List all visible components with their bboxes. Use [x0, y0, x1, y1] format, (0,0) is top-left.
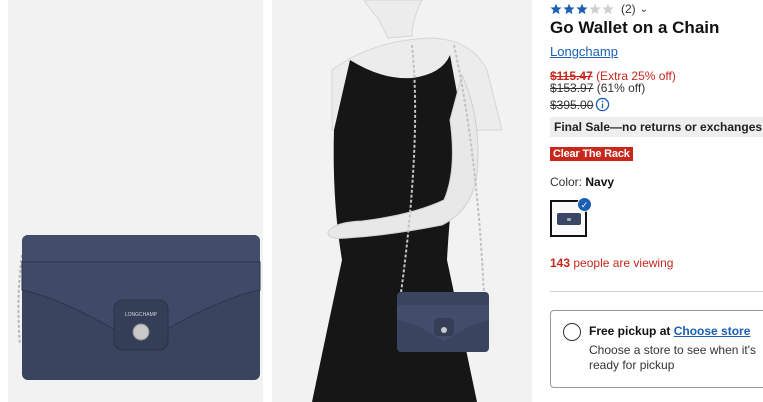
- bag-logo-text: LONGCHAMP: [125, 312, 158, 318]
- divider: [550, 291, 763, 292]
- compare-price-row: $153.97 (61% off): [550, 81, 645, 95]
- pickup-option[interactable]: Free pickup at Choose store Choose a sto…: [550, 310, 763, 388]
- compare-price: $153.97: [550, 81, 594, 95]
- star-empty-icon: [589, 3, 601, 15]
- color-label: Color: Navy: [550, 175, 614, 189]
- star-filled-icon: [550, 3, 562, 15]
- original-price: $395.00: [550, 97, 594, 112]
- choose-store-link[interactable]: Choose store: [674, 324, 751, 338]
- pickup-title: Free pickup at Choose store: [589, 324, 750, 338]
- viewers-text: people are viewing: [573, 256, 674, 270]
- model-illustration: [272, 0, 532, 402]
- checkmark-icon: ✓: [577, 197, 592, 212]
- pickup-title-text: Free pickup at: [589, 324, 671, 338]
- product-info-panel: (2) ⌄ Go Wallet on a Chain Longchamp $11…: [550, 0, 763, 402]
- color-swatch-navy[interactable]: ✓: [550, 197, 592, 237]
- swatch-thumbnail: [556, 212, 581, 225]
- review-count[interactable]: (2): [621, 2, 636, 16]
- clear-the-rack-badge: Clear The Rack: [550, 147, 633, 161]
- product-image-front[interactable]: LONGCHAMP: [8, 0, 263, 402]
- product-image-model[interactable]: [272, 0, 532, 402]
- chevron-down-icon[interactable]: ⌄: [640, 4, 648, 15]
- product-title: Go Wallet on a Chain: [550, 18, 720, 37]
- brand-link[interactable]: Longchamp: [550, 44, 618, 59]
- compare-note: (61% off): [596, 81, 646, 95]
- pickup-radio[interactable]: [563, 323, 581, 341]
- viewers-number: 143: [550, 256, 571, 270]
- star-filled-icon: [563, 3, 575, 15]
- viewers-count: 143 people are viewing: [550, 256, 673, 270]
- bag-front-illustration: LONGCHAMP: [8, 0, 263, 402]
- info-icon[interactable]: [595, 97, 610, 112]
- final-sale-notice: Final Sale—no returns or exchanges: [550, 117, 763, 137]
- color-label-text: Color:: [550, 175, 583, 189]
- star-empty-icon: [602, 3, 614, 15]
- original-price-row: $395.00: [550, 97, 610, 112]
- color-value: Navy: [585, 175, 615, 189]
- pickup-note: Choose a store to see when it's ready fo…: [589, 343, 757, 372]
- rating-summary[interactable]: (2) ⌄: [550, 2, 648, 16]
- star-filled-icon: [576, 3, 588, 15]
